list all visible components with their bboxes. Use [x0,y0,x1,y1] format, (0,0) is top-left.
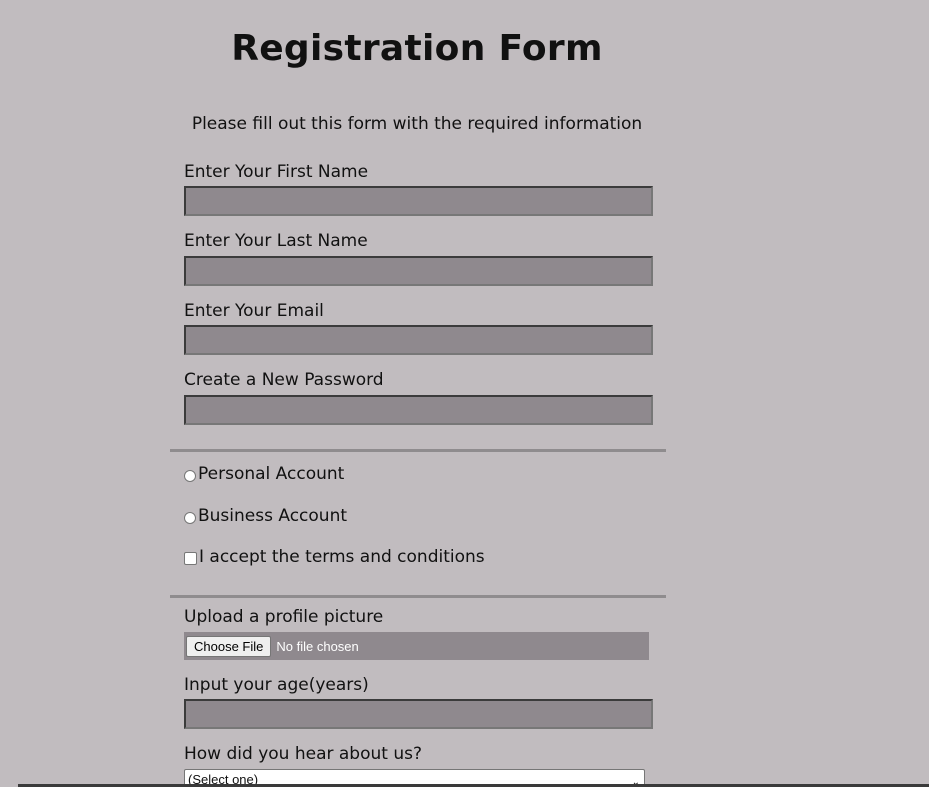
section-divider [170,595,666,598]
referral-label: How did you hear about us? [184,744,422,764]
password-label: Create a New Password [184,370,384,390]
email-input[interactable] [184,325,653,355]
email-label: Enter Your Email [184,301,324,321]
first-name-label: Enter Your First Name [184,162,369,182]
choose-file-button[interactable]: Choose File [186,635,272,657]
terms-checkbox[interactable] [184,552,197,565]
file-status-text: No file chosen [276,638,359,654]
age-label: Input your age(years) [184,675,369,695]
age-input[interactable] [184,699,653,729]
personal-account-label: Personal Account [198,464,345,484]
personal-account-option[interactable]: Personal Account [184,464,344,484]
business-account-label: Business Account [198,506,348,526]
business-account-option[interactable]: Business Account [184,506,347,526]
page-title: Registration Form [231,28,603,69]
page-subtitle: Please fill out this form with the requi… [191,114,643,134]
registration-page: Registration Form Please fill out this f… [0,0,929,787]
terms-label: I accept the terms and conditions [199,547,485,567]
first-name-input[interactable] [184,186,653,216]
profile-picture-upload[interactable]: Choose File No file chosen [184,632,649,660]
password-input[interactable] [184,395,653,425]
section-divider [170,449,666,452]
last-name-input[interactable] [184,256,653,286]
business-account-radio[interactable] [184,511,196,524]
last-name-label: Enter Your Last Name [184,231,368,251]
terms-option[interactable]: I accept the terms and conditions [184,547,485,567]
personal-account-radio[interactable] [184,469,196,482]
upload-label: Upload a profile picture [184,607,384,627]
